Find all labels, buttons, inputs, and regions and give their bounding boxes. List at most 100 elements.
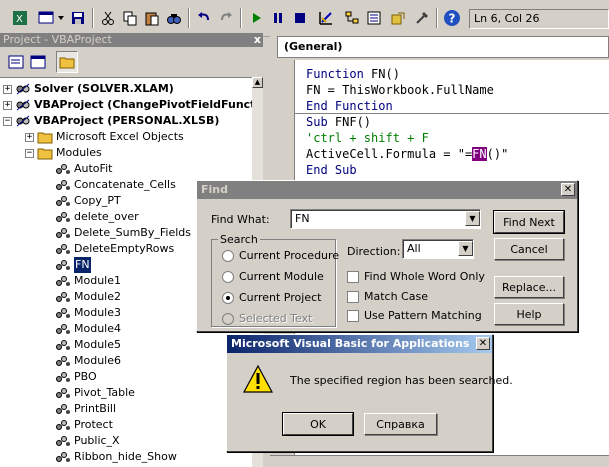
help-button[interactable]: Help xyxy=(494,303,564,325)
keyword: Sub xyxy=(306,115,328,129)
svg-text:?: ? xyxy=(449,12,456,26)
expand-icon[interactable]: + xyxy=(25,132,34,142)
module-icon xyxy=(55,274,71,288)
module-icon xyxy=(55,226,71,240)
tree-item[interactable]: − Modules xyxy=(25,145,102,161)
code-line: Function FN() xyxy=(306,66,400,82)
radio-selected-text: Selected Text xyxy=(222,312,312,325)
tree-item-label: Copy_PT xyxy=(74,194,121,207)
find-what-input[interactable]: FN xyxy=(290,209,481,229)
tree-item[interactable]: + Solver (SOLVER.XLAM) xyxy=(3,81,174,97)
radio-current-procedure[interactable]: Current Procedure xyxy=(222,249,339,262)
tree-item[interactable]: Module6 xyxy=(55,353,121,369)
tree-item[interactable]: delete_over xyxy=(55,209,139,225)
tree-item[interactable]: − VBAProject (PERSONAL.XLSB) xyxy=(3,113,219,129)
option-label: Selected Text xyxy=(239,312,313,325)
expand-icon[interactable]: + xyxy=(3,84,12,94)
radio-current-module[interactable]: Current Module xyxy=(222,270,324,283)
find-next-button[interactable]: Find Next xyxy=(493,210,565,234)
tree-item-label: FN xyxy=(74,257,91,273)
radio-icon xyxy=(222,270,234,283)
help-button[interactable]: Справка xyxy=(364,413,437,435)
tree-item[interactable]: Copy_PT xyxy=(55,193,121,209)
pause-icon[interactable] xyxy=(268,8,288,28)
run-icon[interactable] xyxy=(246,8,266,28)
module-icon xyxy=(55,386,71,400)
tree-item-label: Module1 xyxy=(74,274,121,287)
tree-item[interactable]: Module1 xyxy=(55,273,121,289)
replace-button[interactable]: Replace... xyxy=(494,276,564,298)
close-icon[interactable]: x xyxy=(254,33,261,47)
close-icon[interactable]: ✕ xyxy=(476,337,490,350)
tree-item[interactable]: Protect xyxy=(55,417,113,433)
copy-icon[interactable] xyxy=(120,8,140,28)
tree-item[interactable]: + VBAProject (ChangePivotFieldFunctio xyxy=(3,97,252,113)
ok-button[interactable]: OK xyxy=(282,412,354,436)
tree-item-label: Module2 xyxy=(74,290,121,303)
tree-item[interactable]: DeleteEmptyRows xyxy=(55,241,174,257)
properties-icon[interactable] xyxy=(364,8,384,28)
radio-current-project[interactable]: Current Project xyxy=(222,291,321,304)
tree-item[interactable]: Ribbon_hide_Show xyxy=(55,449,177,465)
scroll-up-icon[interactable]: ▲ xyxy=(252,77,263,88)
insert-userform-icon[interactable] xyxy=(36,8,56,28)
tree-item-label: PBO xyxy=(74,370,97,383)
tree-item[interactable]: Module4 xyxy=(55,321,121,337)
option-label: Use Pattern Matching xyxy=(364,309,482,322)
tree-item[interactable]: Module2 xyxy=(55,289,121,305)
tree-item[interactable]: Pivot_Table xyxy=(55,385,135,401)
toggle-folders-icon[interactable] xyxy=(56,51,78,73)
checkbox-match-case[interactable]: Match Case xyxy=(347,290,428,303)
chevron-down-icon[interactable]: ▼ xyxy=(465,211,480,226)
save-icon[interactable] xyxy=(68,8,88,28)
cursor-position-status: Ln 6, Col 26 xyxy=(469,9,609,29)
help-icon[interactable]: ? xyxy=(442,8,462,28)
tree-item[interactable]: FN xyxy=(55,257,91,273)
reset-icon[interactable] xyxy=(290,8,310,28)
tree-item[interactable]: PrintBill xyxy=(55,401,116,417)
tree-item-label: Ribbon_hide_Show xyxy=(74,450,177,463)
paste-icon[interactable] xyxy=(142,8,162,28)
cut-icon[interactable] xyxy=(98,8,118,28)
view-code-icon[interactable] xyxy=(6,52,26,72)
code-text: FN() xyxy=(363,67,400,81)
tree-item[interactable]: Delete_SumBy_Fields xyxy=(55,225,191,241)
project-explorer-icon[interactable] xyxy=(342,8,362,28)
tree-item[interactable]: AutoFit xyxy=(55,161,112,177)
vba-project-icon xyxy=(15,114,31,128)
redo-icon[interactable] xyxy=(216,8,236,28)
tree-item[interactable]: Concatenate_Cells xyxy=(55,177,176,193)
module-icon xyxy=(55,194,71,208)
cancel-button[interactable]: Cancel xyxy=(494,238,564,260)
message-box: Microsoft Visual Basic for Applications … xyxy=(226,334,513,452)
module-icon xyxy=(55,338,71,352)
tree-item[interactable]: PBO xyxy=(55,369,97,385)
module-icon xyxy=(55,354,71,368)
chevron-down-icon[interactable] xyxy=(56,8,66,28)
checkbox-icon xyxy=(347,290,359,303)
object-combo[interactable]: (General) xyxy=(277,36,609,58)
checkbox-pattern-matching[interactable]: Use Pattern Matching xyxy=(347,309,482,322)
view-object-icon[interactable] xyxy=(28,52,48,72)
object-browser-icon[interactable] xyxy=(388,8,408,28)
module-icon xyxy=(55,162,71,176)
toolbar-separator xyxy=(188,8,190,28)
expand-icon[interactable]: + xyxy=(3,100,12,110)
find-icon[interactable] xyxy=(164,8,184,28)
chevron-down-icon[interactable]: ▼ xyxy=(458,241,473,256)
tree-item-label: Module5 xyxy=(74,338,121,351)
design-mode-icon[interactable] xyxy=(316,8,336,28)
collapse-icon[interactable]: − xyxy=(25,148,34,158)
undo-icon[interactable] xyxy=(194,8,214,28)
collapse-icon[interactable]: − xyxy=(3,116,12,126)
tree-item[interactable]: Public_X xyxy=(55,433,120,449)
tree-item[interactable]: + Microsoft Excel Objects xyxy=(25,129,184,145)
checkbox-whole-word[interactable]: Find Whole Word Only xyxy=(347,270,485,283)
keyword: Function xyxy=(306,67,364,81)
close-icon[interactable]: ✕ xyxy=(561,183,575,196)
option-label: Current Project xyxy=(239,291,322,304)
tree-item[interactable]: Module5 xyxy=(55,337,121,353)
excel-view-icon[interactable]: X xyxy=(10,8,30,28)
toolbox-icon[interactable] xyxy=(412,8,432,28)
tree-item[interactable]: Module3 xyxy=(55,305,121,321)
